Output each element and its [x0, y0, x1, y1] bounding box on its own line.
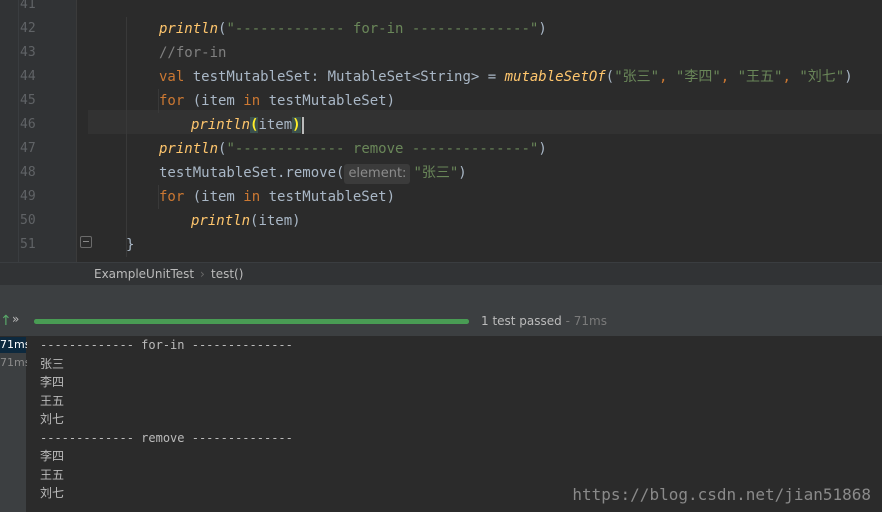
indent-guide — [158, 185, 159, 209]
code-token: for — [159, 189, 193, 205]
code-token: } — [126, 237, 135, 253]
code-token: ( — [605, 69, 615, 85]
parameter-hint: element: — [344, 164, 411, 184]
code-token: "王五" — [737, 69, 783, 85]
console-line: 王五 — [40, 393, 65, 408]
code-line[interactable]: val testMutableSet: MutableSet<String> =… — [159, 65, 853, 89]
watermark: https://blog.csdn.net/jian51868 — [572, 485, 871, 504]
indent-guide — [126, 17, 127, 257]
breadcrumb: ExampleUnitTest › test() — [0, 262, 882, 285]
code-token: ) — [844, 69, 853, 85]
code-token: testMutableSet: MutableSet<String> = — [192, 69, 505, 85]
code-line[interactable]: for (item in testMutableSet) — [159, 185, 395, 209]
code-token: "李四" — [675, 69, 721, 85]
code-token: ) — [292, 117, 301, 133]
line-number: 45 — [20, 93, 36, 108]
console-line: ------------- remove -------------- — [40, 430, 293, 445]
code-token: testMutableSet) — [268, 189, 396, 205]
code-token: "张三" — [614, 69, 660, 85]
code-token: ) — [538, 21, 547, 37]
code-token: println — [159, 21, 219, 37]
test-tree-item-time[interactable]: 71ms — [0, 355, 30, 371]
code-token: , — [720, 69, 738, 85]
code-token: ) — [538, 141, 547, 157]
code-token: (item — [192, 93, 244, 109]
fold-collapse-icon[interactable] — [80, 236, 92, 248]
line-number: 46 — [20, 117, 36, 132]
console-line: 王五 — [40, 467, 65, 482]
line-number: 51 — [20, 237, 36, 252]
code-line[interactable]: println(item) — [191, 113, 304, 137]
code-token: println — [191, 117, 251, 133]
console-output[interactable]: ------------- for-in -------------- 张三 李四王… — [27, 337, 882, 512]
console-line: 李四 — [40, 449, 65, 463]
code-line[interactable]: testMutableSet.remove(element: "张三") — [159, 161, 467, 185]
code-token: (item) — [250, 213, 301, 229]
test-progress-fill — [34, 319, 469, 324]
line-number: 49 — [20, 189, 36, 204]
code-token: "------------- remove --------------" — [226, 141, 539, 157]
test-status-duration: - 71ms — [561, 314, 607, 328]
line-number: 50 — [20, 213, 36, 228]
code-editor[interactable]: 41 42 43 44 45 46 47 48 49 50 51 println("--------… — [0, 0, 882, 262]
code-token: in — [243, 93, 269, 109]
code-line[interactable]: println("------------- for-in ----------… — [159, 17, 547, 41]
test-progress-bar — [34, 319, 469, 324]
code-token: (item — [192, 189, 244, 205]
code-token: "刘七" — [799, 69, 845, 85]
expand-icon[interactable]: » — [12, 312, 19, 326]
console-line: 刘七 — [40, 486, 65, 500]
console-line: 刘七 — [40, 412, 65, 426]
line-number: 48 — [20, 165, 36, 180]
code-line[interactable]: for (item in testMutableSet) — [159, 89, 395, 113]
breadcrumb-separator: › — [200, 267, 205, 281]
run-toolbar: ↑ » 1 test passed - 71ms — [0, 307, 882, 337]
line-number: 43 — [20, 45, 36, 60]
code-line[interactable]: println("------------- remove ----------… — [159, 137, 547, 161]
line-number: 42 — [20, 21, 36, 36]
code-line[interactable]: } — [126, 233, 134, 257]
fold-gutter — [76, 0, 77, 262]
breadcrumb-class[interactable]: ExampleUnitTest — [94, 263, 194, 285]
console-line: 张三 — [40, 356, 65, 371]
rerun-icon[interactable]: ↑ — [0, 313, 12, 329]
console-line: 李四 — [40, 375, 65, 389]
indent-guide — [158, 89, 159, 113]
gutter-edge — [18, 0, 19, 262]
test-tree-item-time[interactable]: 71ms — [0, 337, 30, 353]
text-caret — [301, 116, 304, 134]
test-status: 1 test passed - 71ms — [481, 312, 607, 330]
code-token: for — [159, 93, 193, 109]
code-token: val — [159, 69, 193, 85]
breadcrumb-method[interactable]: test() — [211, 263, 243, 285]
code-token: testMutableSet.remove( — [159, 165, 345, 181]
line-number: 47 — [20, 141, 36, 156]
line-number: 44 — [20, 69, 36, 84]
code-token: println — [159, 141, 219, 157]
code-token: in — [243, 189, 269, 205]
code-line[interactable]: //for-in — [159, 41, 226, 65]
code-token: "------------- for-in --------------" — [226, 21, 539, 37]
code-token: item — [258, 117, 293, 133]
code-token: ) — [458, 165, 467, 181]
code-token: println — [191, 213, 251, 229]
test-results-tree[interactable]: 71ms 71ms — [0, 337, 30, 512]
line-number: 41 — [20, 0, 36, 12]
test-status-label: 1 test passed — [481, 314, 562, 328]
panel-divider[interactable] — [0, 285, 882, 308]
code-line[interactable]: println(item) — [191, 209, 301, 233]
code-token: mutableSetOf — [504, 69, 606, 85]
console-line: ------------- for-in -------------- — [40, 338, 293, 352]
code-token: //for-in — [159, 45, 227, 61]
code-token: , — [782, 69, 800, 85]
code-token: , — [659, 69, 676, 85]
code-token: "张三" — [413, 165, 459, 181]
code-token: testMutableSet) — [268, 93, 396, 109]
